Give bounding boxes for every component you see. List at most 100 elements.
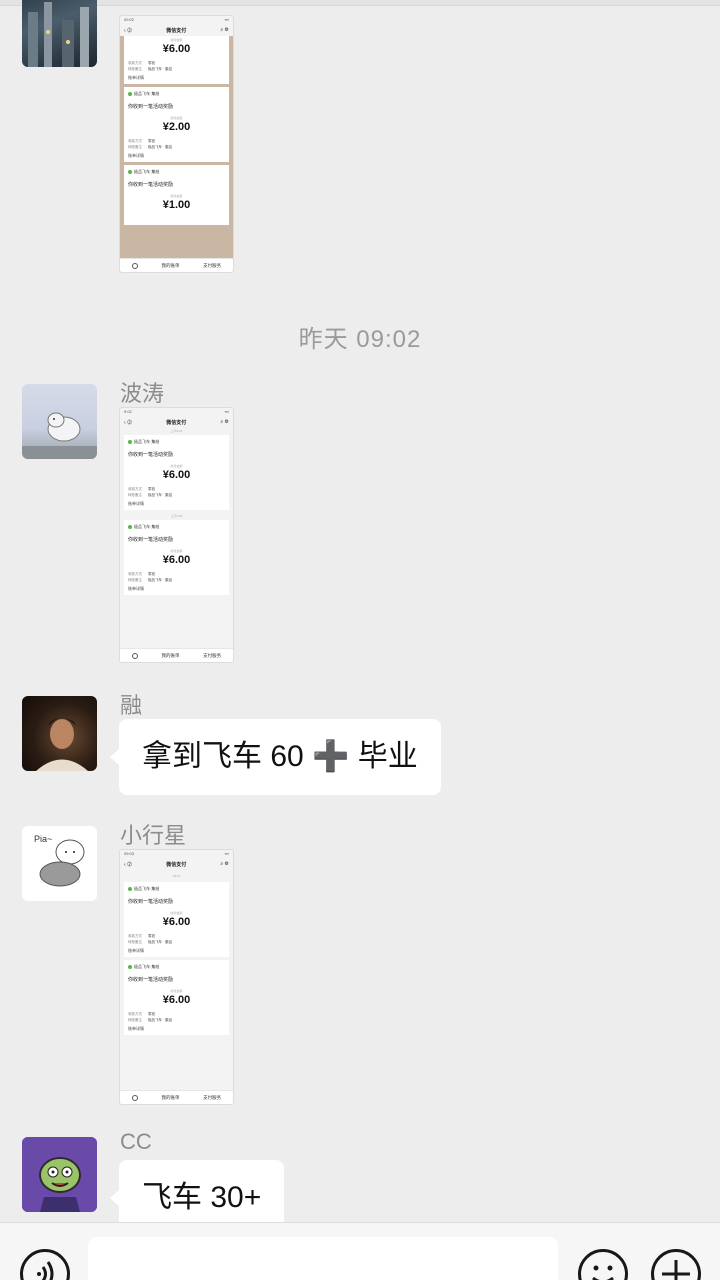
message-bubble[interactable]: 拿到飞车 60 ➕ 毕业 — [110, 719, 441, 795]
shot-titlebar: ‹ ⓶ 微信支付 ⌕ ⚙ — [124, 419, 229, 426]
card-amount: ¥2.00 — [162, 121, 191, 133]
pay-icon — [128, 169, 132, 174]
nav-bills: 我的账单 — [161, 1094, 180, 1100]
shot-title: 微信支付 — [166, 861, 187, 868]
emoji-icon[interactable] — [578, 1249, 628, 1280]
nav-services: 支付服务 — [203, 652, 222, 658]
sender-name: CC — [120, 1129, 152, 1154]
card-description: 你收到一笔活动奖励 — [128, 452, 174, 458]
shot-title: 微信支付 — [166, 419, 187, 426]
message-input[interactable] — [88, 1237, 558, 1280]
avatar[interactable] — [22, 696, 97, 771]
card-label: 收款金额 — [170, 464, 183, 468]
card-merchant: 极品飞车·集结 — [134, 523, 160, 529]
card-merchant: 极品飞车·集结 — [134, 438, 160, 444]
row-value: 极品飞车 · 集结 — [148, 67, 173, 71]
card-label: 收款金额 — [170, 911, 183, 915]
payment-screenshot[interactable]: 09:03 ▪▪▪ ‹ ⓶ 微信支付 ⌕ ⚙ 09:01 极品飞车·集结 你收到一笔活… — [119, 849, 234, 1105]
card-merchant: 极品飞车·集结 — [134, 885, 160, 891]
nav-services: 支付服务 — [203, 262, 222, 268]
card-label: 收款金额 — [170, 989, 183, 993]
nav-bills: 我的账单 — [161, 652, 180, 658]
shot-time: 09:03 — [124, 851, 135, 856]
card-label: 收款金额 — [170, 549, 183, 553]
card-amount: ¥6.00 — [162, 994, 191, 1006]
top-divider — [0, 0, 720, 6]
card-label: 收款金额 — [170, 38, 183, 42]
sender-name: 波涛 — [120, 381, 165, 406]
card-merchant: 极品飞车·集结 — [134, 168, 160, 174]
avatar[interactable]: Pia~ — [22, 826, 97, 901]
pay-icon — [128, 964, 132, 969]
card-row: 转账备注 极品飞车 · 集结 — [128, 1017, 225, 1023]
avatar-image — [36, 718, 88, 771]
row-key: 转账备注 — [128, 145, 142, 149]
card-head: 极品飞车·集结 — [128, 89, 225, 98]
row-value: 极品飞车 · 集结 — [148, 1018, 173, 1022]
shot-titlebar: ‹ ⓶ 微信支付 ⌕ ⚙ — [124, 861, 229, 868]
chat-area[interactable]: 09:02 ▪▪▪ ‹ ⓶ 微信支付 ⌕ ⚙ 收款金额 ¥6.00 收款方式 零钱 转账… — [0, 0, 720, 1222]
card-head: 极品飞车·集结 — [128, 167, 225, 176]
card-description: 你收到一笔活动奖励 — [128, 104, 174, 110]
card-footer: 账单详情 — [128, 501, 144, 506]
card-amount: ¥6.00 — [162, 554, 191, 566]
pay-icon — [128, 886, 132, 891]
payment-card: 极品飞车·集结 你收到一笔活动奖励 收款金额 ¥6.00 收款方式 零钱 转账备注… — [124, 435, 229, 510]
card-footer: 账单详情 — [128, 153, 144, 158]
emoji-glyph — [592, 1265, 614, 1280]
avatar[interactable] — [22, 384, 97, 459]
card-head: 极品飞车·集结 — [128, 437, 225, 446]
row-value: 极品飞车 · 集结 — [148, 493, 173, 497]
card-description: 你收到一笔活动奖励 — [128, 537, 174, 543]
plus-icon[interactable] — [651, 1249, 701, 1280]
shot-status-bar: 09:02 ▪▪▪ — [120, 16, 233, 24]
avatar[interactable] — [22, 1137, 97, 1212]
service-icon — [131, 652, 138, 659]
shot-status-bar: 9:02 ▪▪▪ — [124, 409, 229, 414]
sender-name: 融 — [120, 693, 143, 718]
card-amount: ¥6.00 — [162, 916, 191, 928]
card-head: 极品飞车·集结 — [128, 962, 225, 971]
payment-card: 极品飞车·集结 你收到一笔活动奖励 收款金额 ¥6.00 收款方式 零钱 转账备注… — [124, 520, 229, 595]
service-icon — [131, 262, 138, 269]
voice-glyph — [37, 1261, 54, 1280]
shot-date: 09:01 — [172, 874, 181, 878]
payment-card: 极品飞车·集结 你收到一笔活动奖励 收款金额 ¥6.00 收款方式 零钱 转账备注… — [124, 960, 229, 1035]
card-row: 转账备注 极品飞车 · 集结 — [128, 144, 225, 150]
message-bubble[interactable]: 飞车 30+ — [109, 1160, 285, 1222]
row-key: 转账备注 — [128, 67, 142, 71]
voice-icon[interactable] — [20, 1249, 70, 1280]
nav-bills: 我的账单 — [161, 262, 180, 268]
avatar-image: Pia~ — [34, 834, 85, 887]
card-merchant: 极品飞车·集结 — [134, 963, 160, 969]
card-row: 转账备注 极品飞车 · 集结 — [128, 66, 225, 72]
row-key: 转账备注 — [128, 578, 142, 582]
avatar-image — [28, 2, 89, 67]
row-value: 极品飞车 · 集结 — [148, 578, 173, 582]
nav-services: 支付服务 — [203, 1094, 222, 1100]
shot-date: 上午9:04 — [170, 514, 183, 518]
avatar[interactable] — [22, 0, 97, 67]
row-value: 极品飞车 · 集结 — [148, 145, 173, 149]
sticker-text: Pia~ — [34, 834, 52, 844]
payment-screenshot[interactable]: 9:02 ▪▪▪ ‹ ⓶ 微信支付 ⌕ ⚙ 上午9:04 极品飞车·集结 你收到一笔活… — [119, 407, 234, 663]
card-row: 转账备注 极品飞车 · 集结 — [128, 939, 225, 945]
payment-card: 极品飞车·集结 你收到一笔活动奖励 收款金额 ¥1.00 — [124, 165, 229, 225]
shot-date: 上午9:04 — [170, 429, 183, 433]
card-head: 极品飞车·集结 — [128, 522, 225, 531]
pay-icon — [128, 91, 132, 96]
shot-time: 09:02 — [124, 17, 135, 22]
payment-screenshot[interactable]: 09:02 ▪▪▪ ‹ ⓶ 微信支付 ⌕ ⚙ 收款金额 ¥6.00 收款方式 零钱 转账… — [119, 15, 234, 273]
card-footer: 账单详情 — [128, 948, 144, 953]
card-row: 转账备注 极品飞车 · 集结 — [128, 577, 225, 583]
shot-titlebar: ‹ ⓶ 微信支付 ⌕ ⚙ — [120, 24, 233, 36]
timestamp: 昨天 09:02 — [298, 326, 422, 353]
avatar-image — [22, 412, 97, 459]
shot-nav: 我的账单 支付服务 — [120, 258, 233, 272]
row-value: 极品飞车 · 集结 — [148, 940, 173, 944]
shot-nav: 我的账单 支付服务 — [120, 648, 233, 662]
pay-icon — [128, 524, 132, 529]
shot-title: 微信支付 — [166, 27, 187, 34]
payment-card: 收款金额 ¥6.00 收款方式 零钱 转账备注 极品飞车 · 集结 账单详情 — [124, 36, 229, 84]
card-amount: ¥6.00 — [162, 469, 191, 481]
